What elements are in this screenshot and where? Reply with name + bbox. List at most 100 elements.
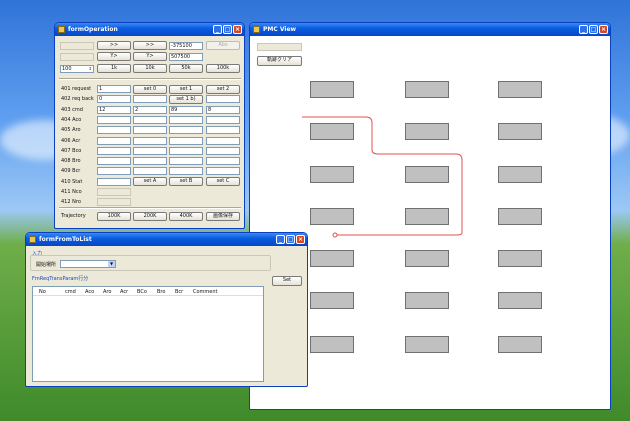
register-label: 410 Stat <box>61 178 83 185</box>
set-button[interactable]: set B <box>169 177 203 187</box>
register-field[interactable] <box>206 167 240 176</box>
register-label: 411 Nco <box>61 189 82 195</box>
speed-value: 100 <box>62 66 72 72</box>
register-field[interactable] <box>97 126 131 135</box>
register-field[interactable] <box>169 126 203 135</box>
column-header[interactable]: Aro <box>103 289 111 295</box>
speed-50k-button[interactable]: 50k <box>169 64 203 73</box>
set-button[interactable]: Set <box>272 276 302 286</box>
form-operation-titlebar[interactable]: formOperation _ □ × <box>55 23 244 36</box>
trajectory-200k-button[interactable]: 200K <box>133 212 167 221</box>
column-header[interactable]: Bro <box>157 289 165 295</box>
x-jog-button-1[interactable]: >> <box>97 41 131 50</box>
app-icon <box>58 26 65 33</box>
y-jog-button-2[interactable]: Y> <box>133 52 167 61</box>
start-location-dropdown[interactable]: ▼ <box>60 260 116 268</box>
form-from-to-titlebar[interactable]: formFromToList _ □ × <box>26 233 307 246</box>
register-label: 405 Aro <box>61 127 81 134</box>
register-field[interactable] <box>97 157 131 166</box>
speed-100k-button[interactable]: 100k <box>206 64 240 73</box>
save-image-button[interactable]: 画像保存 <box>206 212 240 221</box>
y-jog-button-1[interactable]: Y> <box>97 52 131 61</box>
register-field[interactable] <box>133 157 167 166</box>
register-field[interactable] <box>133 95 167 104</box>
maximize-icon[interactable]: □ <box>223 25 232 34</box>
register-field[interactable] <box>206 95 240 104</box>
register-field[interactable] <box>169 167 203 176</box>
register-field[interactable] <box>169 115 203 124</box>
register-field[interactable] <box>169 136 203 145</box>
x-display <box>60 42 94 50</box>
register-field[interactable] <box>97 177 131 186</box>
close-icon[interactable]: × <box>296 235 305 244</box>
trajectory-100k-button[interactable]: 100K <box>97 212 131 221</box>
register-label: 408 Bro <box>61 158 81 165</box>
register-field[interactable] <box>206 146 240 155</box>
register-field[interactable] <box>206 126 240 135</box>
column-header[interactable]: No <box>39 289 46 295</box>
set-button[interactable]: set A <box>133 177 167 187</box>
set-button[interactable]: set 2 <box>206 84 240 94</box>
set-button[interactable]: set 0 <box>133 84 167 94</box>
register-field <box>97 188 131 196</box>
spinner-arrows-icon[interactable]: ⇕ <box>89 66 92 72</box>
trajectory-400k-button[interactable]: 400K <box>169 212 203 221</box>
register-field <box>97 198 131 207</box>
register-field[interactable] <box>206 157 240 166</box>
set-button[interactable]: set 1 b) <box>169 94 203 104</box>
register-field[interactable] <box>97 136 131 145</box>
close-icon[interactable]: × <box>599 25 608 34</box>
column-header[interactable]: Bcr <box>175 289 183 295</box>
register-field[interactable]: 8 <box>206 105 240 114</box>
maximize-icon[interactable]: □ <box>286 235 295 244</box>
register-label: 404 Aco <box>61 116 82 123</box>
register-field[interactable] <box>169 146 203 155</box>
register-label: 412 Nro <box>61 199 81 206</box>
column-header[interactable]: Comment <box>193 289 218 295</box>
request-list[interactable]: No cmd Aco Aro Acr BCo Bro Bcr Comment <box>32 286 264 382</box>
register-label: 401 request <box>61 86 92 92</box>
register-field[interactable] <box>133 126 167 135</box>
window-title: formOperation <box>68 26 118 33</box>
register-field[interactable]: 12 <box>97 105 131 114</box>
minimize-icon[interactable]: _ <box>579 25 588 34</box>
register-field[interactable] <box>97 115 131 124</box>
register-field[interactable] <box>169 157 203 166</box>
separator <box>59 78 241 80</box>
register-field[interactable] <box>133 167 167 176</box>
register-field[interactable] <box>133 136 167 145</box>
column-header[interactable]: cmd <box>65 289 76 295</box>
chevron-down-icon[interactable]: ▼ <box>108 261 115 267</box>
close-icon[interactable]: × <box>233 25 242 34</box>
app-icon <box>253 26 260 33</box>
register-field[interactable] <box>206 115 240 124</box>
minimize-icon[interactable]: _ <box>213 25 222 34</box>
x-jog-button-2[interactable]: >> <box>133 41 167 50</box>
speed-1k-button[interactable]: 1k <box>97 64 131 73</box>
register-field[interactable]: 0 <box>97 95 131 104</box>
register-label: 406 Acr <box>61 137 81 144</box>
register-field[interactable]: 2 <box>133 105 167 114</box>
x-position-field[interactable]: -375100 <box>169 42 203 50</box>
set-button[interactable]: set C <box>206 177 240 187</box>
register-field[interactable] <box>133 146 167 155</box>
column-header[interactable]: BCo <box>137 289 147 295</box>
set-button[interactable]: set 1 <box>169 84 203 94</box>
register-field[interactable] <box>206 136 240 145</box>
pmc-view-titlebar[interactable]: PMC View _ □ × <box>250 23 610 36</box>
maximize-icon[interactable]: □ <box>589 25 598 34</box>
register-field[interactable]: 89 <box>169 105 203 114</box>
register-field[interactable] <box>133 115 167 124</box>
speed-spinner[interactable]: 100 ⇕ <box>60 65 94 73</box>
abs-button[interactable]: Abs <box>206 41 240 50</box>
column-header[interactable]: Aco <box>85 289 94 295</box>
trajectory-label: Trajectory <box>61 213 86 219</box>
register-field[interactable] <box>97 146 131 155</box>
minimize-icon[interactable]: _ <box>276 235 285 244</box>
form-from-to-list-window: formFromToList _ □ × 入力 開始場所 ▼ FmReqTran… <box>25 232 308 387</box>
register-field[interactable] <box>97 167 131 176</box>
speed-10k-button[interactable]: 10k <box>133 64 167 73</box>
column-header[interactable]: Acr <box>120 289 128 295</box>
register-field[interactable]: 1 <box>97 85 131 93</box>
y-position-field[interactable]: 507500 <box>169 53 203 61</box>
